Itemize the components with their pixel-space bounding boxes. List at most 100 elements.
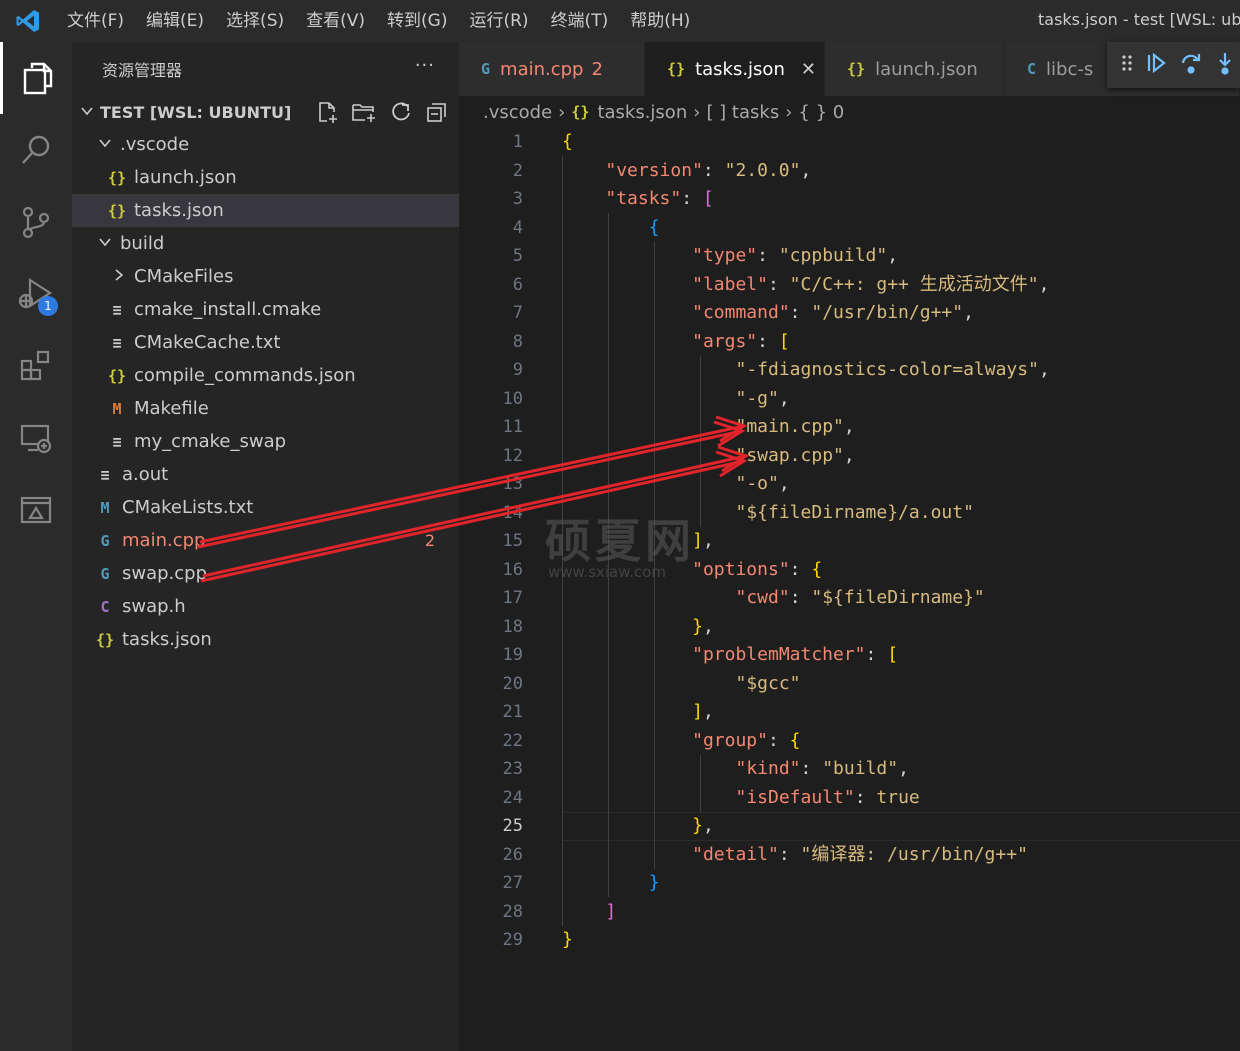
line-number: 2	[512, 160, 523, 181]
code-line: "-o",	[735, 473, 790, 494]
menu-help[interactable]: 帮助(H)	[619, 0, 701, 42]
code-line: "type": "cppbuild",	[692, 245, 899, 266]
tree-item-label: compile_commands.json	[134, 365, 356, 386]
collapse-all-icon[interactable]	[425, 100, 449, 128]
workspace-section-header[interactable]: TEST [WSL: UBUNTU]	[72, 96, 459, 128]
code-line: "detail": "编译器: /usr/bin/g++"	[692, 843, 1028, 865]
menu-run[interactable]: 运行(R)	[458, 0, 539, 42]
tree-item-label: my_cmake_swap	[134, 431, 287, 452]
refresh-icon[interactable]	[389, 100, 413, 128]
tree-file-cmake-install[interactable]: ≡ cmake_install.cmake	[72, 293, 459, 326]
explorer-icon[interactable]	[0, 42, 72, 114]
watermark-url: www.sxiaw.com	[548, 563, 666, 581]
tab-main-cpp[interactable]: G main.cpp 2	[459, 42, 645, 96]
vscode-window: 文件(F) 编辑(E) 选择(S) 查看(V) 转到(G) 运行(R) 终端(T…	[0, 0, 1240, 1051]
watermark-logo: 硕夏网	[545, 514, 695, 568]
source-control-icon[interactable]	[0, 186, 72, 258]
tree-file-makefile[interactable]: M Makefile	[72, 392, 459, 425]
search-icon[interactable]	[0, 114, 72, 186]
tab-tasks-json[interactable]: {} tasks.json ✕	[645, 42, 825, 96]
tree-item-label: swap.cpp	[122, 563, 208, 584]
binary-file-icon: ≡	[100, 465, 110, 484]
activity-bar: 1	[0, 42, 72, 1051]
line-number: 26	[502, 844, 523, 865]
text-file-icon: ≡	[112, 333, 122, 352]
json-file-icon: {}	[107, 201, 127, 220]
code-line: "label": "C/C++: g++ 生成活动文件",	[692, 273, 1050, 295]
tree-item-label: a.out	[122, 464, 169, 485]
menu-terminal[interactable]: 终端(T)	[540, 0, 620, 42]
run-debug-icon[interactable]: 1	[0, 258, 72, 330]
code-line: }	[562, 929, 573, 950]
breadcrumb-array[interactable]: [ ] tasks	[706, 102, 779, 123]
line-number: 16	[502, 559, 523, 580]
tree-file-tasks-json-selected[interactable]: {} tasks.json	[72, 194, 459, 227]
line-number: 15	[502, 531, 523, 551]
close-icon[interactable]: ✕	[801, 59, 816, 80]
tree-file-swap-cpp[interactable]: G swap.cpp	[72, 557, 459, 590]
json-file-icon: {}	[571, 103, 590, 121]
vscode-logo-icon	[0, 0, 56, 42]
remote-window-icon[interactable]	[0, 474, 72, 546]
tree-file-main-cpp[interactable]: G main.cpp 2	[72, 524, 459, 557]
tree-file-cmakelists[interactable]: M CMakeLists.txt	[72, 491, 459, 524]
tree-item-label: tasks.json	[122, 629, 212, 650]
title-bar: 文件(F) 编辑(E) 选择(S) 查看(V) 转到(G) 运行(R) 终端(T…	[0, 0, 1240, 42]
code-line: "swap.cpp",	[735, 444, 855, 466]
problem-count: 2	[424, 531, 435, 550]
drag-handle-icon[interactable]	[1121, 53, 1133, 77]
breadcrumb-file[interactable]: tasks.json	[597, 102, 687, 123]
tree-file-my-cmake-swap[interactable]: ≡ my_cmake_swap	[72, 425, 459, 458]
tree-folder-vscode[interactable]: .vscode	[72, 128, 459, 161]
step-into-icon[interactable]	[1215, 51, 1235, 79]
code-line: "main.cpp",	[735, 416, 855, 437]
tree-folder-build[interactable]: build	[72, 227, 459, 260]
line-number: 14	[502, 502, 523, 523]
line-number: 20	[502, 673, 523, 694]
line-number: 13	[502, 474, 523, 494]
new-file-icon[interactable]	[315, 100, 339, 128]
menu-bar: 文件(F) 编辑(E) 选择(S) 查看(V) 转到(G) 运行(R) 终端(T…	[56, 0, 701, 42]
tree-item-label: launch.json	[134, 167, 237, 188]
tab-problem-count: 2	[591, 58, 603, 80]
tree-file-tasks-json[interactable]: {} tasks.json	[72, 623, 459, 656]
json-file-icon: {}	[107, 168, 127, 187]
tree-file-launch-json[interactable]: {} launch.json	[72, 161, 459, 194]
tree-file-a-out[interactable]: ≡ a.out	[72, 458, 459, 491]
line-number: 22	[502, 730, 523, 751]
json-file-icon: {}	[95, 630, 115, 649]
line-number: 24	[502, 787, 523, 808]
more-actions-icon[interactable]: ···	[415, 55, 435, 76]
menu-edit[interactable]: 编辑(E)	[135, 0, 215, 42]
extensions-icon[interactable]	[0, 330, 72, 402]
tree-file-cmakecache[interactable]: ≡ CMakeCache.txt	[72, 326, 459, 359]
line-number: 5	[512, 246, 523, 266]
breadcrumb-object[interactable]: { } 0	[798, 102, 844, 123]
menu-go[interactable]: 转到(G)	[376, 0, 458, 42]
line-number: 10	[502, 388, 523, 409]
code-line: "-g",	[735, 387, 790, 409]
tree-folder-cmakefiles[interactable]: CMakeFiles	[72, 260, 459, 293]
breadcrumb-folder[interactable]: .vscode	[483, 102, 552, 123]
chevron-down-icon	[98, 233, 112, 254]
menu-selection[interactable]: 选择(S)	[215, 0, 295, 42]
line-number: 1	[512, 132, 523, 152]
line-number: 8	[512, 331, 523, 352]
binary-file-icon: ≡	[112, 432, 122, 451]
code-line: "tasks": [	[605, 188, 714, 209]
menu-view[interactable]: 查看(V)	[295, 0, 376, 42]
explorer-sidebar: 资源管理器 ··· TEST [WSL: UBUNTU] .vscode {} …	[72, 42, 459, 1051]
tree-file-swap-h[interactable]: C swap.h	[72, 590, 459, 623]
new-folder-icon[interactable]	[351, 100, 377, 128]
continue-icon[interactable]	[1145, 52, 1167, 78]
menu-file[interactable]: 文件(F)	[56, 0, 135, 42]
code-line: "version": "2.0.0",	[605, 159, 812, 181]
code-line: {	[562, 131, 573, 152]
code-editor[interactable]: 1 2 3 4 5 6 7 8 9 10 11 12 13 14 15 16 17 18 19 20 21 22 23 24 2…	[459, 128, 1240, 1051]
tree-file-compile-commands[interactable]: {} compile_commands.json	[72, 359, 459, 392]
step-over-icon[interactable]	[1179, 51, 1203, 79]
json-file-icon: {}	[667, 60, 686, 78]
remote-explorer-icon[interactable]	[0, 402, 72, 474]
cpp-file-icon: G	[481, 60, 491, 78]
tab-launch-json[interactable]: {} launch.json	[825, 42, 1005, 96]
